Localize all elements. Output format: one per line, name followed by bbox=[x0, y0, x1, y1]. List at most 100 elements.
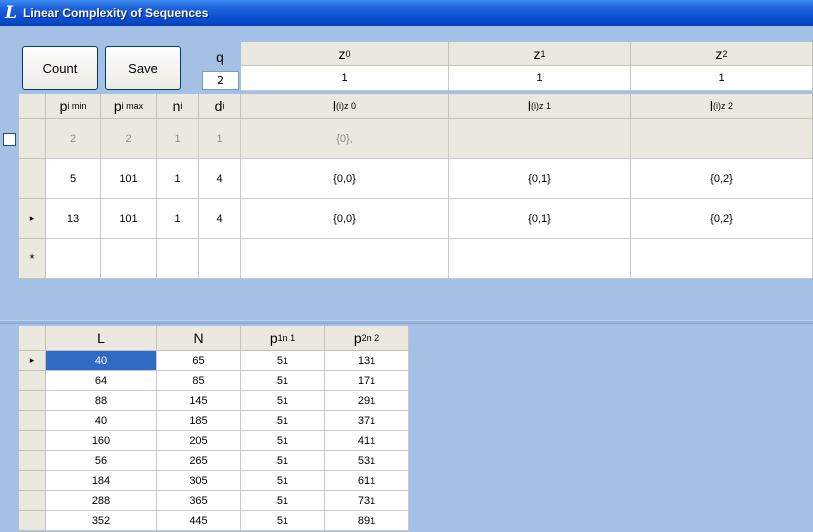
z1-value-cell[interactable]: 1 bbox=[449, 66, 631, 91]
col-header-N[interactable]: N bbox=[157, 326, 241, 351]
col-header-ni[interactable]: ni bbox=[157, 94, 199, 119]
cell-p1[interactable]: 51 bbox=[241, 491, 325, 511]
z2-header[interactable]: z2 bbox=[631, 42, 813, 66]
cell-l1[interactable]: {0,1} bbox=[449, 159, 631, 199]
cell-pmin[interactable]: 5 bbox=[46, 159, 101, 199]
cell-N[interactable]: 305 bbox=[157, 471, 241, 491]
col-header-p1[interactable]: p1n 1 bbox=[241, 326, 325, 351]
cell-L[interactable]: 40 bbox=[46, 411, 157, 431]
cell-N[interactable]: 185 bbox=[157, 411, 241, 431]
row-header[interactable] bbox=[19, 411, 46, 431]
cell-ni[interactable]: 1 bbox=[157, 199, 199, 239]
save-button[interactable]: Save bbox=[105, 46, 181, 90]
row-header[interactable] bbox=[19, 391, 46, 411]
current-row-indicator[interactable]: ▸ bbox=[19, 199, 46, 239]
cell-p1[interactable]: 51 bbox=[241, 351, 325, 371]
cell-p1[interactable]: 51 bbox=[241, 411, 325, 431]
cell-p1[interactable]: 51 bbox=[241, 431, 325, 451]
cell-p2[interactable]: 41 1 bbox=[325, 431, 409, 451]
new-row-indicator[interactable]: * bbox=[19, 239, 46, 279]
row-header[interactable] bbox=[19, 511, 46, 531]
cell-pmax[interactable]: 101 bbox=[101, 199, 157, 239]
cell-p1[interactable]: 51 bbox=[241, 511, 325, 531]
z0-header[interactable]: z0 bbox=[241, 42, 449, 66]
count-button[interactable]: Count bbox=[22, 46, 98, 90]
new-cell-l2[interactable] bbox=[631, 239, 813, 279]
row-header[interactable] bbox=[19, 471, 46, 491]
title-bar[interactable]: L Linear Complexity of Sequences bbox=[0, 0, 813, 26]
cell-L[interactable]: 88 bbox=[46, 391, 157, 411]
cell-p1[interactable]: 51 bbox=[241, 471, 325, 491]
cell-pmin[interactable]: 2 bbox=[46, 119, 101, 159]
cell-pmax[interactable]: 2 bbox=[101, 119, 157, 159]
cell-p2[interactable]: 37 1 bbox=[325, 411, 409, 431]
col-header-pmax[interactable]: pi max bbox=[101, 94, 157, 119]
cell-N[interactable]: 205 bbox=[157, 431, 241, 451]
cell-l2[interactable]: {0,2} bbox=[631, 159, 813, 199]
new-cell-l1[interactable] bbox=[449, 239, 631, 279]
new-cell-di[interactable] bbox=[199, 239, 241, 279]
row-header[interactable] bbox=[19, 159, 46, 199]
cell-L[interactable]: 56 bbox=[46, 451, 157, 471]
cell-l1[interactable]: {0,1} bbox=[449, 199, 631, 239]
new-cell-pmin[interactable] bbox=[46, 239, 101, 279]
col-header-p2[interactable]: p2n 2 bbox=[325, 326, 409, 351]
col-header-L[interactable]: L bbox=[46, 326, 157, 351]
cell-p1[interactable]: 51 bbox=[241, 391, 325, 411]
cell-L[interactable]: 160 bbox=[46, 431, 157, 451]
cell-N[interactable]: 365 bbox=[157, 491, 241, 511]
cell-N[interactable]: 85 bbox=[157, 371, 241, 391]
cell-p2[interactable]: 29 1 bbox=[325, 391, 409, 411]
cell-L[interactable]: 288 bbox=[46, 491, 157, 511]
cell-p2[interactable]: 17 1 bbox=[325, 371, 409, 391]
cell-l0[interactable]: {0,0} bbox=[241, 159, 449, 199]
cell-p1[interactable]: 51 bbox=[241, 371, 325, 391]
cell-N[interactable]: 145 bbox=[157, 391, 241, 411]
cell-l2[interactable] bbox=[631, 119, 813, 159]
cell-p2[interactable]: 53 1 bbox=[325, 451, 409, 471]
cell-l1[interactable] bbox=[449, 119, 631, 159]
new-cell-pmax[interactable] bbox=[101, 239, 157, 279]
cell-L[interactable]: 184 bbox=[46, 471, 157, 491]
cell-N[interactable]: 445 bbox=[157, 511, 241, 531]
row-header[interactable] bbox=[19, 371, 46, 391]
cell-di[interactable]: 4 bbox=[199, 199, 241, 239]
z2-value-cell[interactable]: 1 bbox=[631, 66, 813, 91]
cell-p1[interactable]: 51 bbox=[241, 451, 325, 471]
cell-ni[interactable]: 1 bbox=[157, 159, 199, 199]
cell-p2[interactable]: 73 1 bbox=[325, 491, 409, 511]
q-input[interactable]: 2 bbox=[202, 71, 239, 90]
cell-l2[interactable]: {0,2} bbox=[631, 199, 813, 239]
cell-p2[interactable]: 13 1 bbox=[325, 351, 409, 371]
cell-pmax[interactable]: 101 bbox=[101, 159, 157, 199]
cell-N[interactable]: 265 bbox=[157, 451, 241, 471]
cell-ni[interactable]: 1 bbox=[157, 119, 199, 159]
z0-value-cell[interactable]: 1 bbox=[241, 66, 449, 91]
cell-p2[interactable]: 61 1 bbox=[325, 471, 409, 491]
cell-pmin[interactable]: 13 bbox=[46, 199, 101, 239]
cell-l0[interactable]: {0}, bbox=[241, 119, 449, 159]
cell-di[interactable]: 4 bbox=[199, 159, 241, 199]
cell-L[interactable]: 40 bbox=[46, 351, 157, 371]
cell-p2[interactable]: 89 1 bbox=[325, 511, 409, 531]
col-header-di[interactable]: di bbox=[199, 94, 241, 119]
p1-exponent: 1 bbox=[283, 415, 289, 426]
col-header-pmin[interactable]: pi min bbox=[46, 94, 101, 119]
cell-L[interactable]: 352 bbox=[46, 511, 157, 531]
row-header[interactable] bbox=[19, 119, 46, 159]
cell-di[interactable]: 1 bbox=[199, 119, 241, 159]
current-row-indicator[interactable]: ▸ bbox=[19, 351, 46, 371]
cell-L[interactable]: 64 bbox=[46, 371, 157, 391]
col-header-l2[interactable]: l (i) z 2 bbox=[631, 94, 813, 119]
row-checkbox[interactable] bbox=[3, 133, 16, 146]
new-cell-ni[interactable] bbox=[157, 239, 199, 279]
cell-N[interactable]: 65 bbox=[157, 351, 241, 371]
row-header[interactable] bbox=[19, 431, 46, 451]
row-header[interactable] bbox=[19, 491, 46, 511]
col-header-l1[interactable]: l (i) z 1 bbox=[449, 94, 631, 119]
col-header-l0[interactable]: l (i) z 0 bbox=[241, 94, 449, 119]
z1-header[interactable]: z1 bbox=[449, 42, 631, 66]
cell-l0[interactable]: {0,0} bbox=[241, 199, 449, 239]
new-cell-l0[interactable] bbox=[241, 239, 449, 279]
row-header[interactable] bbox=[19, 451, 46, 471]
